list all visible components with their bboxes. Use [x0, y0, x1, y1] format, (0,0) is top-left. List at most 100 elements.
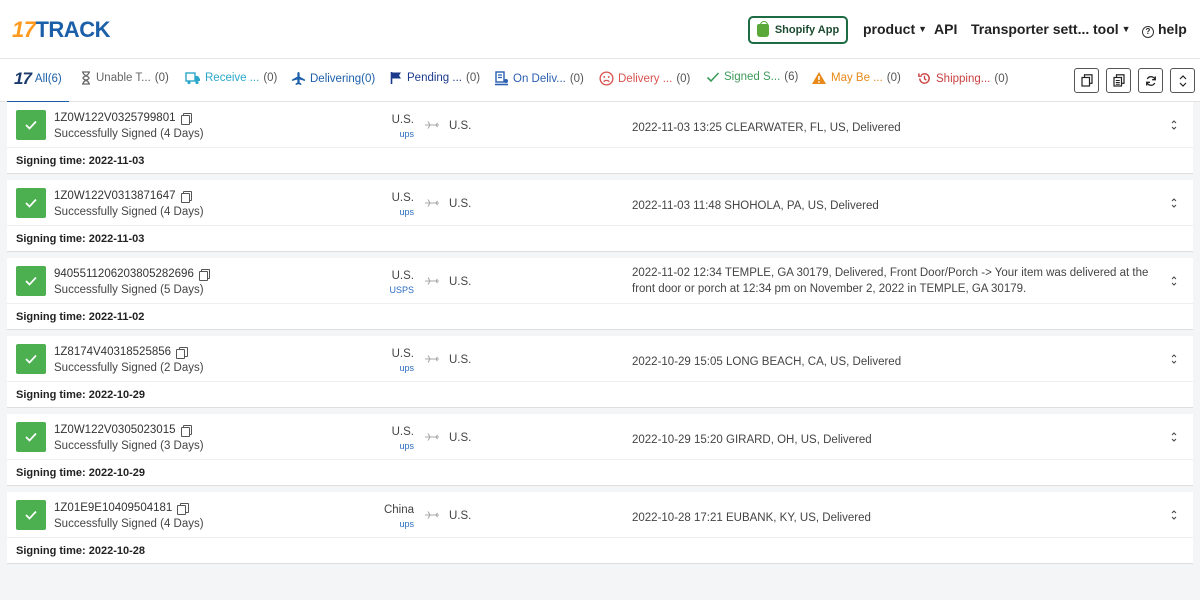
copy-icon[interactable] [177, 502, 189, 515]
expand-chevron-icon[interactable] [1170, 509, 1178, 521]
tab-delivery-failure[interactable]: Delivery ... (0) [599, 71, 690, 86]
carrier-name[interactable]: ups [399, 441, 414, 451]
delivery-status: Successfully Signed (5 Days) [54, 284, 204, 296]
status-tab-bar: 17 All (6) Unable T... (0) Receive ... (0) … [0, 58, 1200, 103]
copy-icon[interactable] [176, 346, 188, 359]
shipment-summary: 1Z01E9E10409504181 Successfully Signed (… [7, 492, 1193, 538]
signed-status-check[interactable] [16, 266, 46, 296]
origin-country: U.S. [391, 192, 414, 204]
checkmark-icon [25, 198, 37, 208]
shipment-card[interactable]: 1Z01E9E10409504181 Successfully Signed (… [7, 492, 1193, 564]
tracking-number[interactable]: 1Z0W122V0325799801 [54, 112, 176, 124]
shipment-card[interactable]: 1Z0W122V0325799801 Successfully Signed (… [7, 102, 1193, 174]
carrier-name[interactable]: ups [399, 519, 414, 529]
nav-product[interactable]: product ▼ [863, 21, 927, 37]
expand-chevron-icon[interactable] [1170, 431, 1178, 443]
delivery-status: Successfully Signed (4 Days) [54, 206, 204, 218]
tab-delivering-label: Delivering [310, 72, 362, 85]
signed-status-check[interactable] [16, 500, 46, 530]
tab-on-delivery[interactable]: On Deliv... (0) [494, 71, 584, 86]
latest-event: 2022-11-02 12:34 TEMPLE, GA 30179, Deliv… [632, 267, 1149, 295]
copy-list-icon [1112, 74, 1125, 87]
expand-all-button[interactable] [1170, 68, 1195, 93]
signed-status-check[interactable] [16, 110, 46, 140]
nav-transporter-settings[interactable]: Transporter sett... [971, 21, 1089, 37]
nav-tool-label: tool [1093, 21, 1119, 37]
destination-country: U.S. [449, 120, 472, 132]
route-plane-icon [425, 433, 439, 441]
tab-all-count: (6) [47, 73, 62, 85]
tracking-number[interactable]: 1Z8174V40318525856 [54, 346, 171, 358]
origin-country: U.S. [391, 348, 414, 360]
expand-chevron-icon[interactable] [1170, 353, 1178, 365]
hourglass-icon [82, 71, 90, 85]
logo[interactable]: 17 TRACK [12, 17, 110, 43]
expand-chevron-icon[interactable] [1170, 197, 1178, 209]
shopify-app-button[interactable]: Shopify App [748, 16, 848, 44]
nav-help[interactable]: ? help [1142, 21, 1187, 38]
shipment-card[interactable]: 9405511206203805282696 Successfully Sign… [7, 258, 1193, 330]
signed-status-check[interactable] [16, 422, 46, 452]
sad-face-icon [599, 71, 614, 86]
tab-may-be-abnormal[interactable]: May Be ... (0) [811, 71, 901, 85]
copy-all-button[interactable] [1074, 68, 1099, 93]
tracking-number[interactable]: 1Z0W122V0305023015 [54, 424, 176, 436]
tab-may-be-count: (0) [886, 72, 901, 84]
copy-list-button[interactable] [1106, 68, 1131, 93]
logo-text: TRACK [35, 17, 110, 42]
tab-delivering-count: (0) [361, 72, 376, 85]
route-plane-icon [425, 121, 439, 129]
caret-down-icon: ▼ [1121, 24, 1131, 34]
nav-product-label: product [863, 21, 916, 37]
signing-time: Signing time: 2022-11-03 [16, 155, 145, 167]
copy-icon[interactable] [180, 190, 192, 203]
tab-signed[interactable]: Signed S... (6) [706, 71, 798, 83]
shipment-card[interactable]: 1Z8174V40318525856 Successfully Signed (… [7, 336, 1193, 408]
tab-all[interactable]: 17 All (6) [14, 69, 62, 89]
copy-icon[interactable] [198, 268, 211, 281]
tab-pending[interactable]: Pending ... (0) [390, 71, 480, 85]
tab-signed-label: Signed S... [724, 71, 781, 83]
tracking-number[interactable]: 1Z0W122V0313871647 [54, 190, 176, 202]
route-plane-icon [425, 199, 439, 207]
tab-delivery-failure-count: (0) [676, 72, 691, 85]
warning-icon [812, 72, 826, 84]
tracking-number-row: 1Z8174V40318525856 [54, 346, 188, 359]
tab-shipping[interactable]: Shipping... (0) [917, 71, 1008, 86]
tab-receive[interactable]: Receive ... (0) [185, 71, 277, 85]
shipment-summary: 1Z0W122V0313871647 Successfully Signed (… [7, 180, 1193, 226]
copy-icon[interactable] [180, 112, 192, 125]
destination-country: U.S. [449, 354, 472, 366]
shipment-card[interactable]: 1Z0W122V0305023015 Successfully Signed (… [7, 414, 1193, 486]
signed-status-check[interactable] [16, 188, 46, 218]
carrier-name[interactable]: ups [399, 207, 414, 217]
copy-icon[interactable] [180, 424, 192, 437]
nav-transporter-label: Transporter sett... [971, 21, 1090, 37]
origin-country: U.S. [391, 426, 414, 438]
shopify-app-label: Shopify App [774, 24, 840, 36]
signing-time: Signing time: 2022-10-28 [16, 545, 145, 557]
carrier-name[interactable]: USPS [389, 285, 414, 295]
expand-chevron-icon[interactable] [1170, 275, 1178, 287]
carrier-name[interactable]: ups [399, 363, 414, 373]
tab-unable-to-find[interactable]: Unable T... (0) [80, 71, 169, 85]
destination-country: U.S. [449, 276, 472, 288]
tracking-number[interactable]: 9405511206203805282696 [54, 268, 194, 280]
nav-tool[interactable]: tool ▼ [1093, 21, 1131, 37]
nav-api[interactable]: API [934, 21, 957, 37]
signed-status-check[interactable] [16, 344, 46, 374]
checkmark-icon [25, 276, 37, 286]
page-edge [1193, 102, 1200, 600]
refresh-button[interactable] [1138, 68, 1163, 93]
copy-icon [1080, 74, 1093, 87]
destination-country: U.S. [449, 510, 472, 522]
carrier-name[interactable]: ups [399, 129, 414, 139]
signing-time: Signing time: 2022-11-02 [16, 311, 145, 323]
checkmark-icon [25, 354, 37, 364]
tracking-number[interactable]: 1Z01E9E10409504181 [54, 502, 172, 514]
shipment-card[interactable]: 1Z0W122V0313871647 Successfully Signed (… [7, 180, 1193, 252]
latest-event: 2022-10-29 15:05 LONG BEACH, CA, US, Del… [632, 356, 902, 368]
tab-delivering[interactable]: Delivering (0) [291, 71, 375, 86]
expand-chevron-icon[interactable] [1170, 119, 1178, 131]
shopify-bag-icon [756, 20, 769, 37]
